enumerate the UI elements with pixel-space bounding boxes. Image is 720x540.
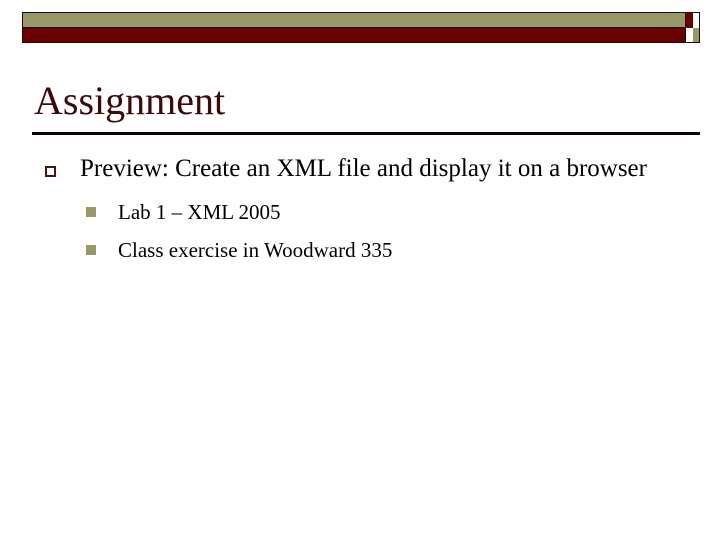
bullet-level2: Lab 1 – XML 2005 bbox=[0, 194, 720, 230]
header-band-maroon bbox=[23, 28, 685, 42]
bullet-level2: Class exercise in Woodward 335 bbox=[0, 232, 720, 268]
slide-title: Assignment bbox=[34, 78, 226, 123]
slide-body: Preview: Create an XML file and display … bbox=[0, 150, 720, 268]
slide-header-decoration bbox=[22, 12, 700, 43]
title-underline-rule bbox=[32, 132, 700, 135]
bullet-level1-text: Preview: Create an XML file and display … bbox=[80, 155, 647, 182]
filled-square-bullet-icon bbox=[86, 245, 96, 255]
presentation-slide: Assignment Preview: Create an XML file a… bbox=[0, 0, 720, 540]
bullet-level2-text: Class exercise in Woodward 335 bbox=[118, 238, 393, 262]
bullet-level1: Preview: Create an XML file and display … bbox=[0, 150, 720, 188]
header-checker-block bbox=[686, 12, 700, 43]
filled-square-bullet-icon bbox=[86, 207, 96, 217]
header-checker-cell-bottom-right bbox=[692, 27, 699, 42]
bullet-level2-text: Lab 1 – XML 2005 bbox=[118, 200, 281, 224]
hollow-square-bullet-icon bbox=[45, 166, 56, 177]
header-band bbox=[22, 12, 686, 43]
header-checker-cell-top-left bbox=[686, 13, 693, 28]
header-band-khaki bbox=[23, 13, 685, 28]
